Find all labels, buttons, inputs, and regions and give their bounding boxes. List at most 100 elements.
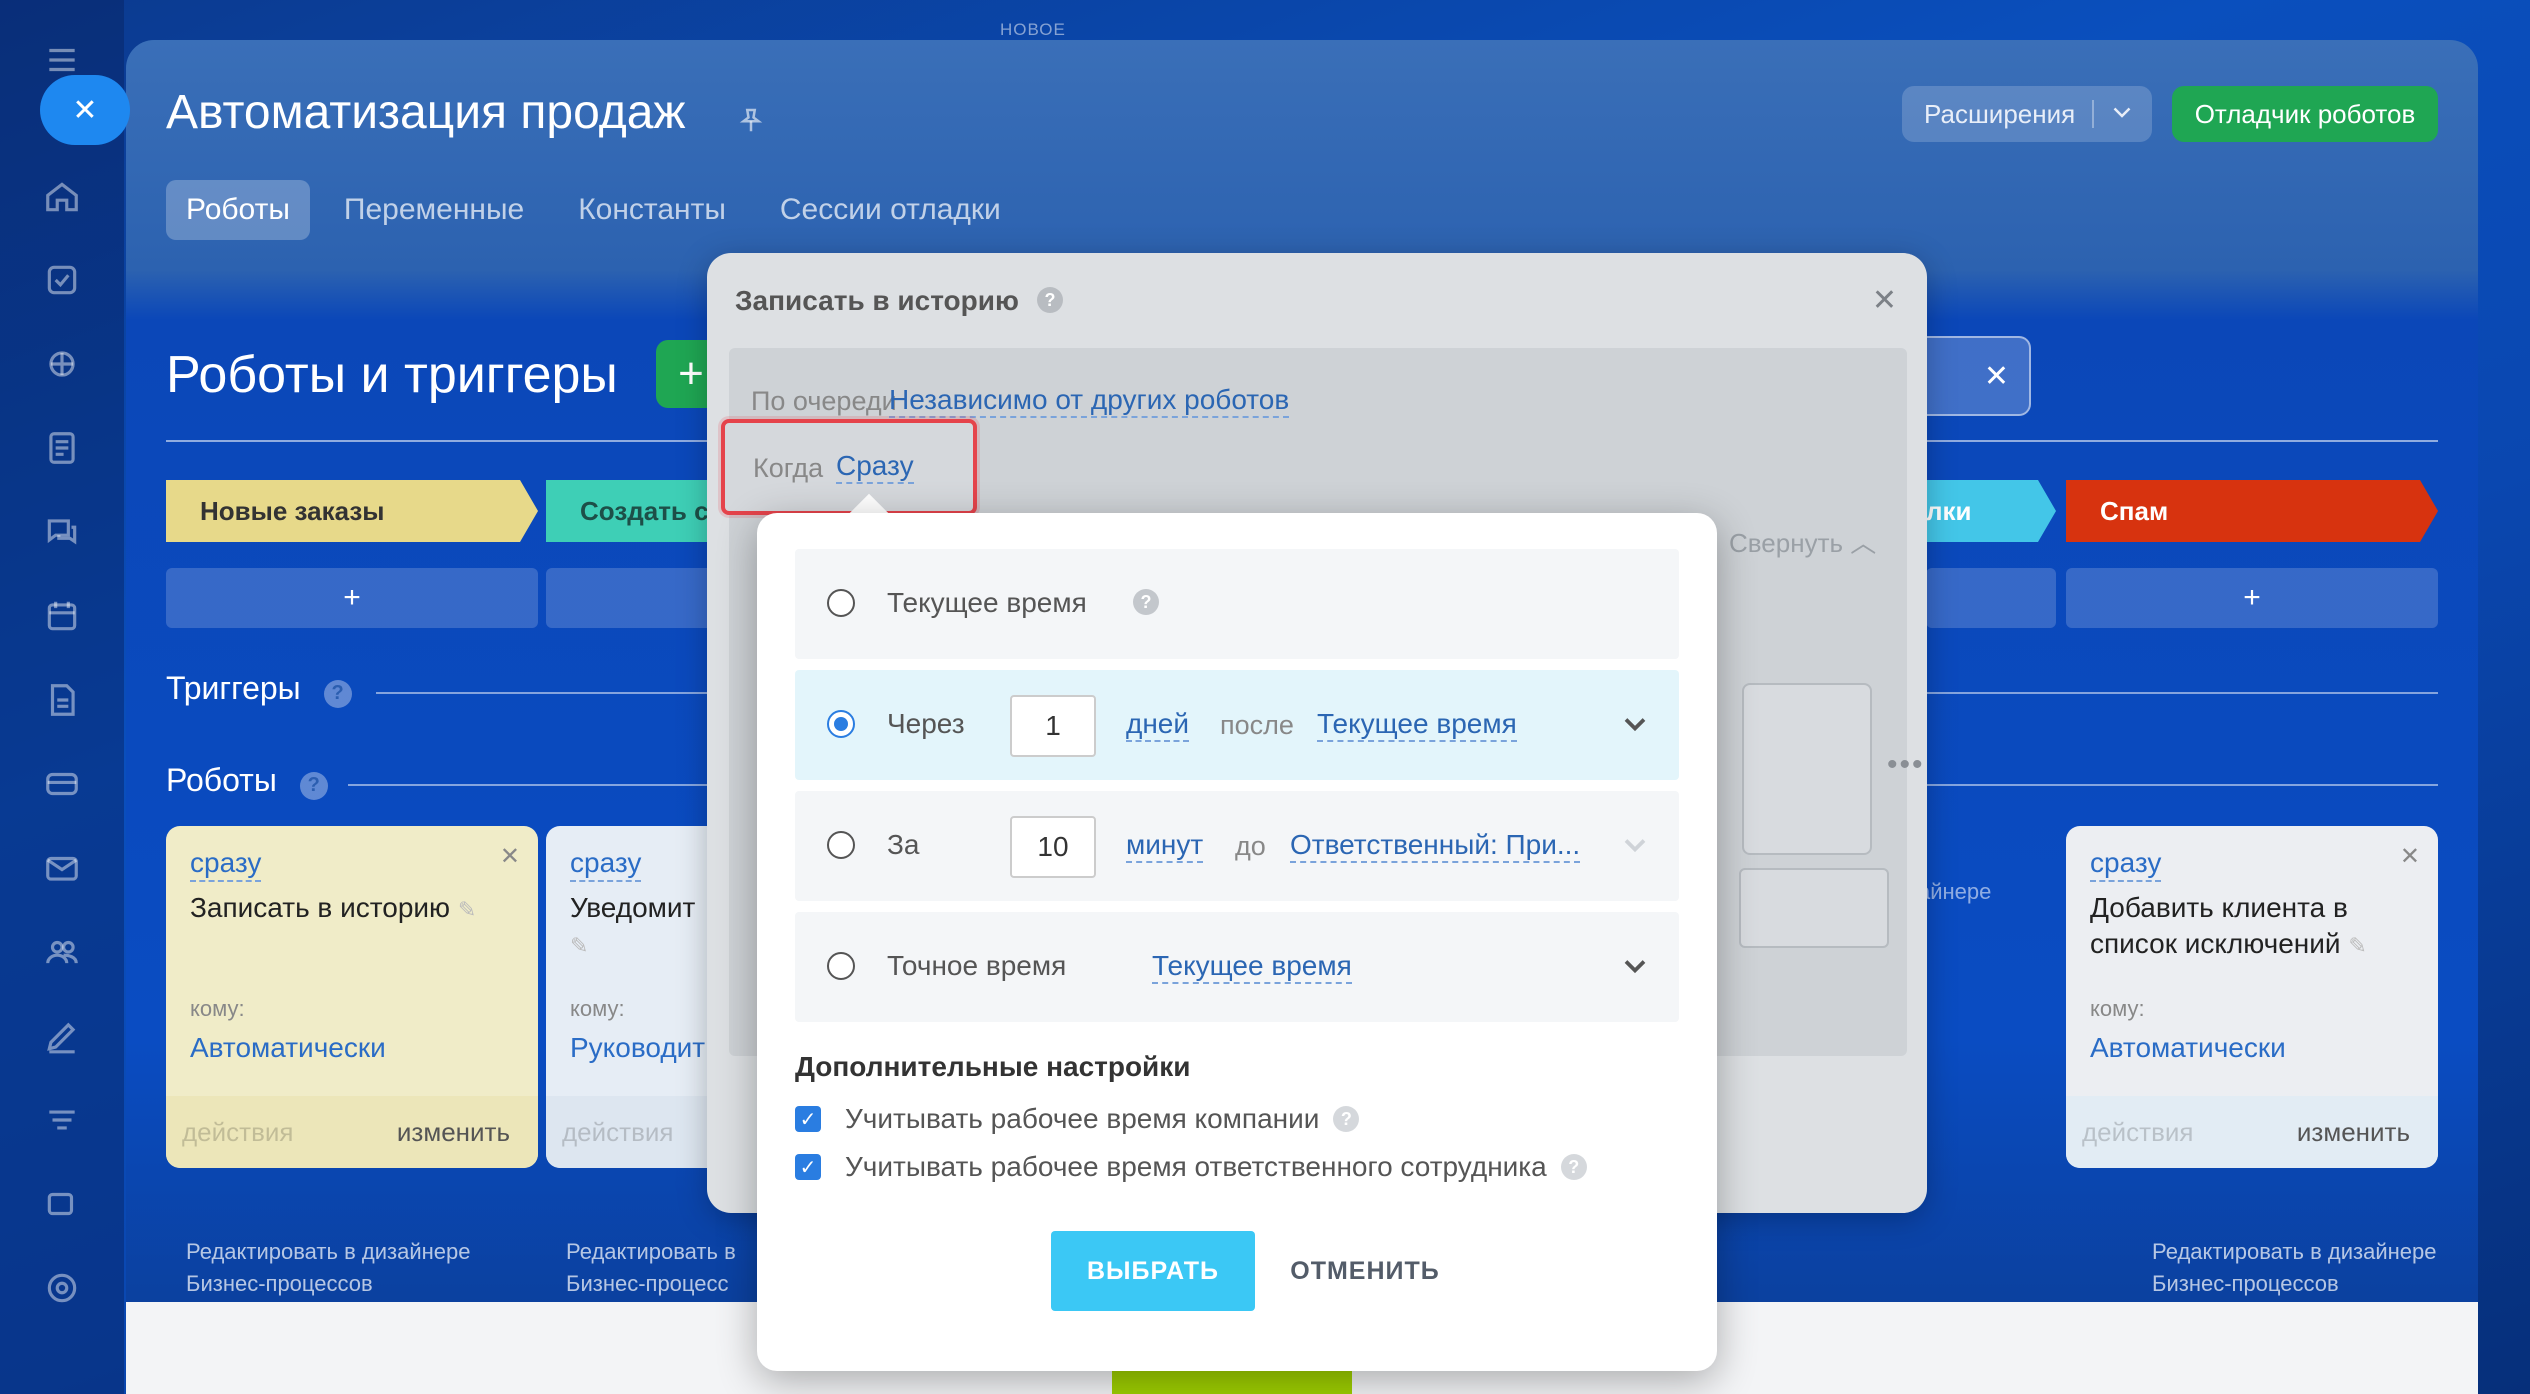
reference-select[interactable]: Текущее время [1152, 950, 1352, 984]
robot-actions-link[interactable]: действия [562, 1117, 673, 1148]
calendar-icon[interactable] [40, 594, 84, 638]
work-time-company-row[interactable]: ✓ Учитывать рабочее время компании ? [795, 1103, 1360, 1135]
radio-button[interactable] [827, 952, 855, 980]
robot-when[interactable]: сразу [190, 846, 262, 882]
pencil-icon[interactable]: ✎ [458, 897, 476, 922]
work-time-responsible-row[interactable]: ✓ Учитывать рабочее время ответственного… [795, 1151, 1587, 1183]
sign-icon[interactable] [40, 1014, 84, 1058]
robot-debugger-button[interactable]: Отладчик роботов [2172, 86, 2438, 142]
tab-robots[interactable]: Роботы [166, 180, 310, 240]
documents-icon[interactable] [40, 678, 84, 722]
chevron-down-icon[interactable] [1617, 706, 1653, 742]
relation-label: после [1220, 710, 1294, 740]
delay-unit-select[interactable]: дней [1126, 708, 1190, 742]
other-icon[interactable] [40, 1182, 84, 1226]
add-robot-button[interactable]: + [2066, 568, 2438, 628]
robot-name-text: Записать в историю [190, 892, 451, 923]
close-icon[interactable]: ✕ [1872, 283, 1897, 318]
tasks-icon[interactable] [40, 258, 84, 302]
help-icon[interactable]: ? [1037, 287, 1063, 313]
chevron-down-icon[interactable] [1617, 948, 1653, 984]
delay-number-input[interactable]: 10 [1010, 816, 1096, 878]
contacts-icon[interactable] [40, 930, 84, 974]
relation-label: до [1235, 831, 1266, 861]
robot-card[interactable]: сразу ✕ Добавить клиента в список исключ… [2066, 826, 2438, 1168]
robot-when[interactable]: сразу [570, 846, 642, 882]
option-current-time[interactable]: Текущее время ? [795, 549, 1679, 659]
chevron-down-icon[interactable] [2107, 96, 2137, 132]
robot-actions-link[interactable]: действия [2082, 1117, 2193, 1148]
radio-button[interactable] [827, 589, 855, 617]
robot-whom-label: кому: [2090, 996, 2145, 1021]
help-icon[interactable]: ? [1133, 589, 1159, 615]
tab-constants[interactable]: Константы [558, 180, 746, 240]
mail-icon[interactable] [40, 846, 84, 890]
chevron-down-icon[interactable] [1617, 827, 1653, 863]
advanced-settings-title: Дополнительные настройки [795, 1051, 1191, 1082]
tab-variables[interactable]: Переменные [324, 180, 544, 240]
robot-actions-link[interactable]: действия [182, 1117, 293, 1148]
reference-select[interactable]: Ответственный: При... [1290, 829, 1581, 863]
more-icon[interactable]: ••• [1887, 748, 1925, 782]
option-label: За [887, 829, 920, 860]
robot-responsible[interactable]: Автоматически [2090, 1032, 2286, 1064]
when-value[interactable]: Сразу [836, 450, 914, 484]
crm-icon[interactable] [40, 342, 84, 386]
edit-in-designer-link[interactable]: Редактировать в Бизнес-процесс [566, 1236, 736, 1300]
option-label: Текущее время [887, 587, 1087, 618]
pin-icon[interactable] [736, 105, 766, 135]
option-after[interactable]: Через 1 дней после Текущее время [795, 670, 1679, 780]
chevron-up-icon: ︿ [1850, 528, 1877, 558]
add-robot-button[interactable] [1926, 568, 2056, 628]
help-icon[interactable]: ? [323, 679, 352, 708]
close-slider-button[interactable]: ✕ [40, 75, 130, 145]
checkbox[interactable]: ✓ [795, 1106, 821, 1132]
reference-select[interactable]: Текущее время [1317, 708, 1517, 742]
radio-button[interactable] [827, 831, 855, 859]
close-icon[interactable]: ✕ [500, 842, 520, 871]
option-label: Через [887, 708, 965, 739]
text-input[interactable] [1739, 868, 1889, 948]
radio-button[interactable] [827, 710, 855, 738]
pencil-icon[interactable]: ✎ [570, 933, 588, 958]
delay-unit-select[interactable]: минут [1126, 829, 1204, 863]
edit-in-designer-link[interactable]: айнере [1918, 876, 1991, 908]
feed-icon[interactable] [40, 426, 84, 470]
sales-icon[interactable] [40, 762, 84, 806]
robot-edit-link[interactable]: изменить [2297, 1117, 2410, 1148]
robot-card-footer: действия изменить [166, 1096, 538, 1168]
select-button[interactable]: ВЫБРАТЬ [1051, 1231, 1255, 1311]
stage-spam[interactable]: Спам [2066, 480, 2438, 542]
automation-icon[interactable] [40, 1098, 84, 1142]
tab-debug-sessions[interactable]: Сессии отладки [760, 180, 1021, 240]
close-icon[interactable]: ✕ [2400, 842, 2420, 871]
checkbox[interactable]: ✓ [795, 1154, 821, 1180]
settings-icon[interactable] [40, 1266, 84, 1310]
chat-icon[interactable] [40, 510, 84, 554]
pencil-icon[interactable]: ✎ [2348, 933, 2366, 958]
robot-edit-link[interactable]: изменить [397, 1117, 510, 1148]
robot-responsible[interactable]: Руководит [570, 1032, 705, 1064]
stage-new-orders[interactable]: Новые заказы [166, 480, 538, 542]
add-robot-button[interactable]: + [166, 568, 538, 628]
queue-value[interactable]: Независимо от других роботов [889, 384, 1290, 418]
edit-in-designer-link[interactable]: Редактировать в дизайнере Бизнес-процессо… [2152, 1236, 2436, 1300]
message-textarea[interactable] [1742, 683, 1872, 855]
collapse-link[interactable]: Свернуть ︿ [1729, 523, 1876, 560]
robot-when[interactable]: сразу [2090, 846, 2162, 882]
robot-card[interactable]: сразу ✕ Записать в историю ✎ кому: Автом… [166, 826, 538, 1168]
help-icon[interactable]: ? [299, 771, 328, 800]
robot-responsible[interactable]: Автоматически [190, 1032, 386, 1064]
cancel-button[interactable]: ОТМЕНИТЬ [1275, 1231, 1455, 1311]
option-before[interactable]: За 10 минут до Ответственный: При... [795, 791, 1679, 901]
delay-number-input[interactable]: 1 [1010, 695, 1096, 757]
save-button[interactable] [1112, 1370, 1352, 1394]
help-icon[interactable]: ? [1560, 1154, 1587, 1180]
option-exact-time[interactable]: Точное время Текущее время [795, 912, 1679, 1022]
home-icon[interactable] [40, 175, 84, 219]
extensions-button[interactable]: Расширения [1902, 86, 2152, 142]
stage-partial[interactable]: лки [1926, 480, 2056, 542]
edit-in-designer-link[interactable]: Редактировать в дизайнере Бизнес-процессо… [186, 1236, 470, 1300]
when-field[interactable]: Когда Сразу [721, 419, 977, 515]
help-icon[interactable]: ? [1333, 1106, 1360, 1132]
